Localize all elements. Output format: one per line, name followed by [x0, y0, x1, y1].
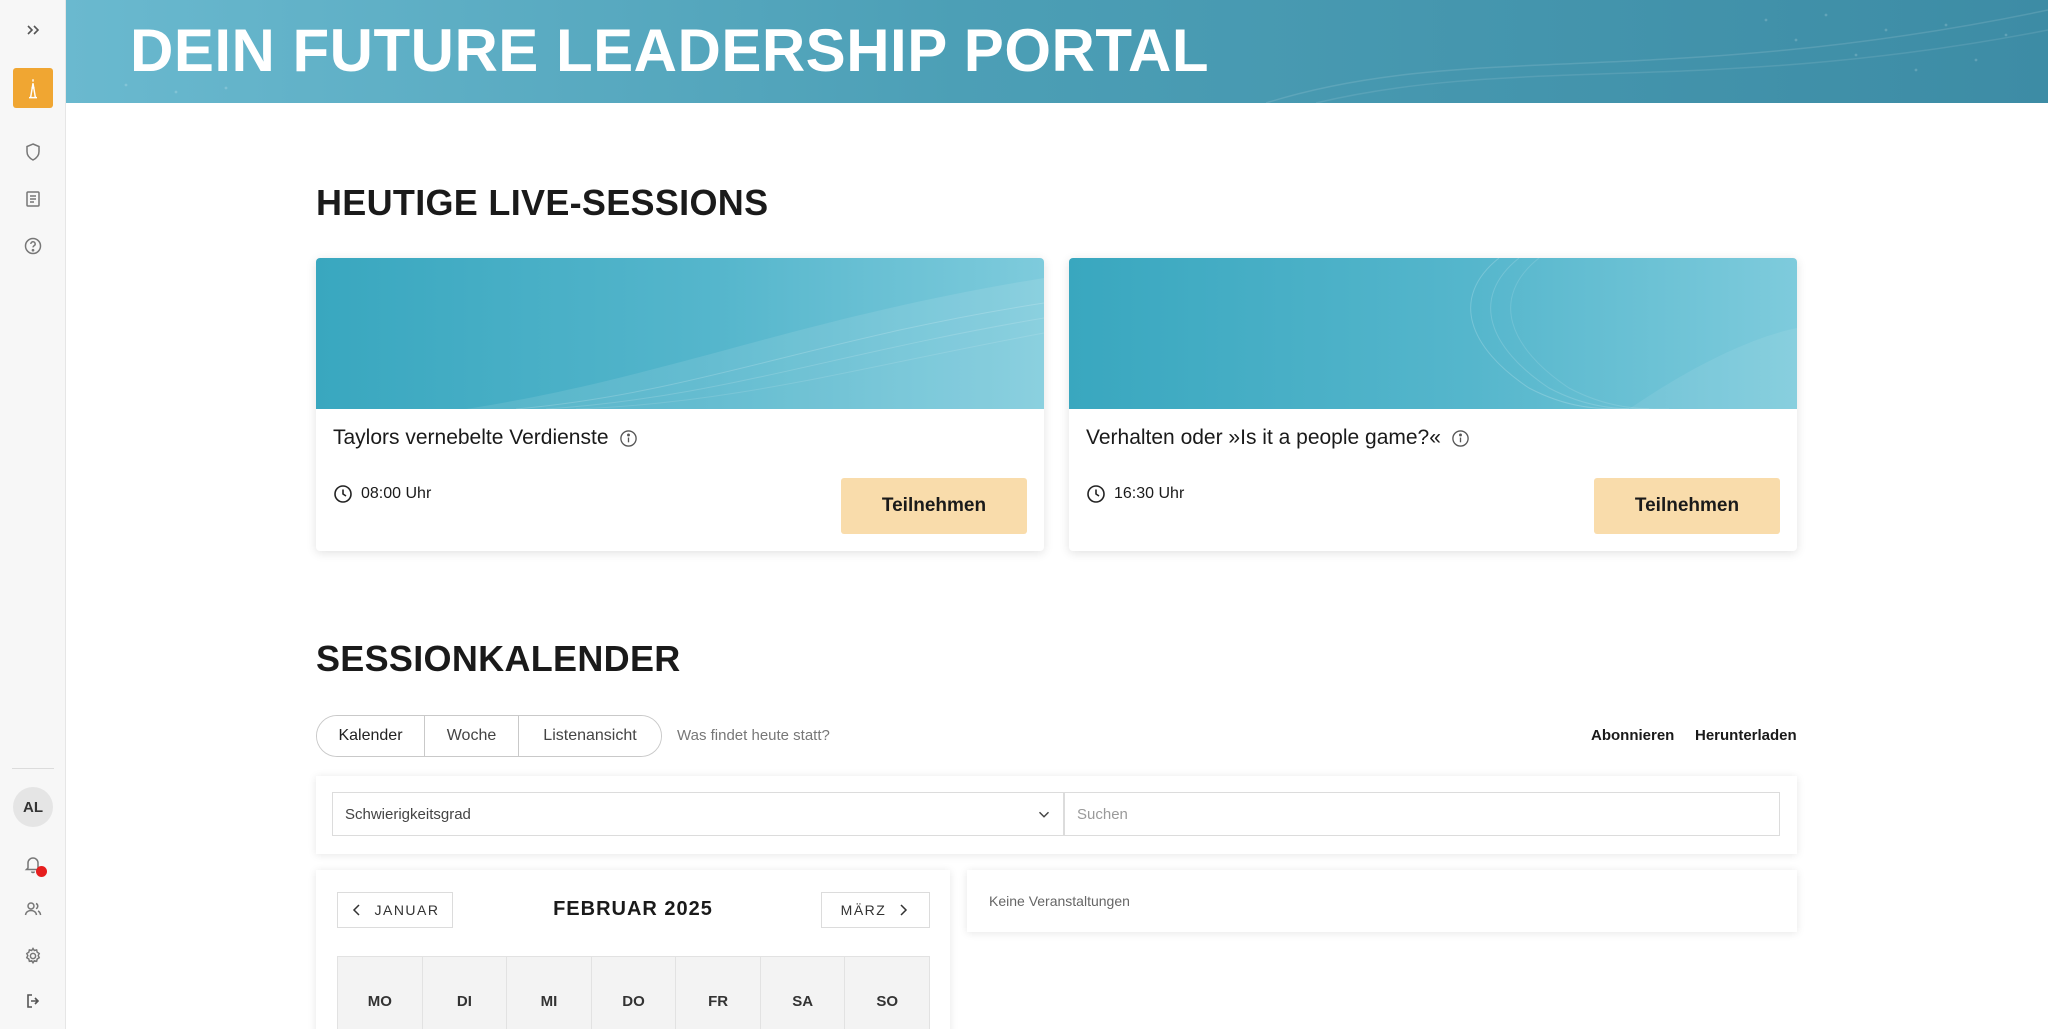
today-link[interactable]: Was findet heute statt? [677, 727, 830, 744]
tab-list-view[interactable]: Listenansicht [519, 716, 661, 756]
avatar[interactable]: AL [13, 787, 53, 827]
weekday-label: SA [760, 957, 846, 1029]
session-title: Taylors vernebelte Verdienste [333, 426, 638, 450]
book-icon[interactable] [0, 181, 66, 217]
session-title-text: Verhalten oder »Is it a people game?« [1086, 426, 1441, 449]
info-icon[interactable] [1451, 429, 1470, 448]
weekday-label: DI [422, 957, 508, 1029]
tab-week[interactable]: Woche [425, 716, 519, 756]
session-time: 08:00 Uhr [333, 484, 431, 504]
difficulty-select[interactable]: Schwierigkeitsgrad [332, 792, 1064, 836]
session-time-text: 08:00 Uhr [361, 485, 432, 502]
weekday-label: FR [676, 957, 761, 1029]
logout-icon[interactable] [0, 983, 66, 1019]
session-card: Taylors vernebelte Verdienste 08:00 Uhr … [316, 258, 1044, 551]
weekday-label: SO [845, 957, 930, 1029]
join-button[interactable]: Teilnehmen [841, 478, 1027, 534]
weekday-header: MO DI MI DO FR SA SO [337, 956, 930, 1029]
tower-logo-icon[interactable] [13, 68, 53, 108]
download-link[interactable]: Herunterladen [1695, 727, 1797, 744]
live-sessions-heading: HEUTIGE LIVE-SESSIONS [316, 182, 769, 223]
sidebar-divider [12, 768, 54, 769]
page-title: DEIN FUTURE LEADERSHIP PORTAL [130, 17, 1210, 84]
gear-icon[interactable] [0, 938, 66, 974]
filter-panel: Schwierigkeitsgrad [316, 776, 1797, 854]
tab-calendar[interactable]: Kalender [317, 716, 425, 756]
session-time: 16:30 Uhr [1086, 484, 1184, 504]
notification-badge [36, 866, 47, 877]
session-card-image [1069, 258, 1797, 409]
session-card: Verhalten oder »Is it a people game?« 16… [1069, 258, 1797, 551]
shield-icon[interactable] [0, 134, 66, 170]
session-title-text: Taylors vernebelte Verdienste [333, 426, 609, 449]
clock-icon [333, 484, 353, 504]
next-month-label: MÄRZ [840, 902, 887, 918]
weekday-label: MI [507, 957, 592, 1029]
help-circle-icon[interactable] [0, 228, 66, 264]
no-events-message: Keine Veranstaltungen [989, 893, 1130, 909]
info-icon[interactable] [619, 429, 638, 448]
session-title: Verhalten oder »Is it a people game?« [1086, 426, 1470, 450]
bell-icon[interactable] [0, 846, 66, 882]
portal-banner: DEIN FUTURE LEADERSHIP PORTAL [66, 0, 2048, 103]
next-month-button[interactable]: MÄRZ [821, 892, 930, 928]
users-icon[interactable] [0, 891, 66, 927]
weekday-label: MO [338, 957, 423, 1029]
session-card-image [316, 258, 1044, 409]
chevrons-right-icon[interactable] [0, 12, 66, 48]
chevron-down-icon [1035, 805, 1053, 823]
view-switcher: Kalender Woche Listenansicht [316, 715, 662, 757]
difficulty-select-value: Schwierigkeitsgrad [345, 805, 471, 823]
chevron-right-icon [900, 904, 908, 916]
session-time-text: 16:30 Uhr [1114, 485, 1185, 502]
session-calendar-heading: SESSIONKALENDER [316, 638, 681, 679]
sidebar: AL [0, 0, 66, 1029]
subscribe-link[interactable]: Abonnieren [1591, 727, 1674, 744]
clock-icon [1086, 484, 1106, 504]
weekday-label: DO [591, 957, 677, 1029]
events-panel: Keine Veranstaltungen [967, 870, 1797, 932]
search-input[interactable] [1064, 792, 1780, 836]
calendar-panel: JANUAR FEBRUAR 2025 MÄRZ MO DI MI DO FR … [316, 870, 950, 1029]
join-button[interactable]: Teilnehmen [1594, 478, 1780, 534]
